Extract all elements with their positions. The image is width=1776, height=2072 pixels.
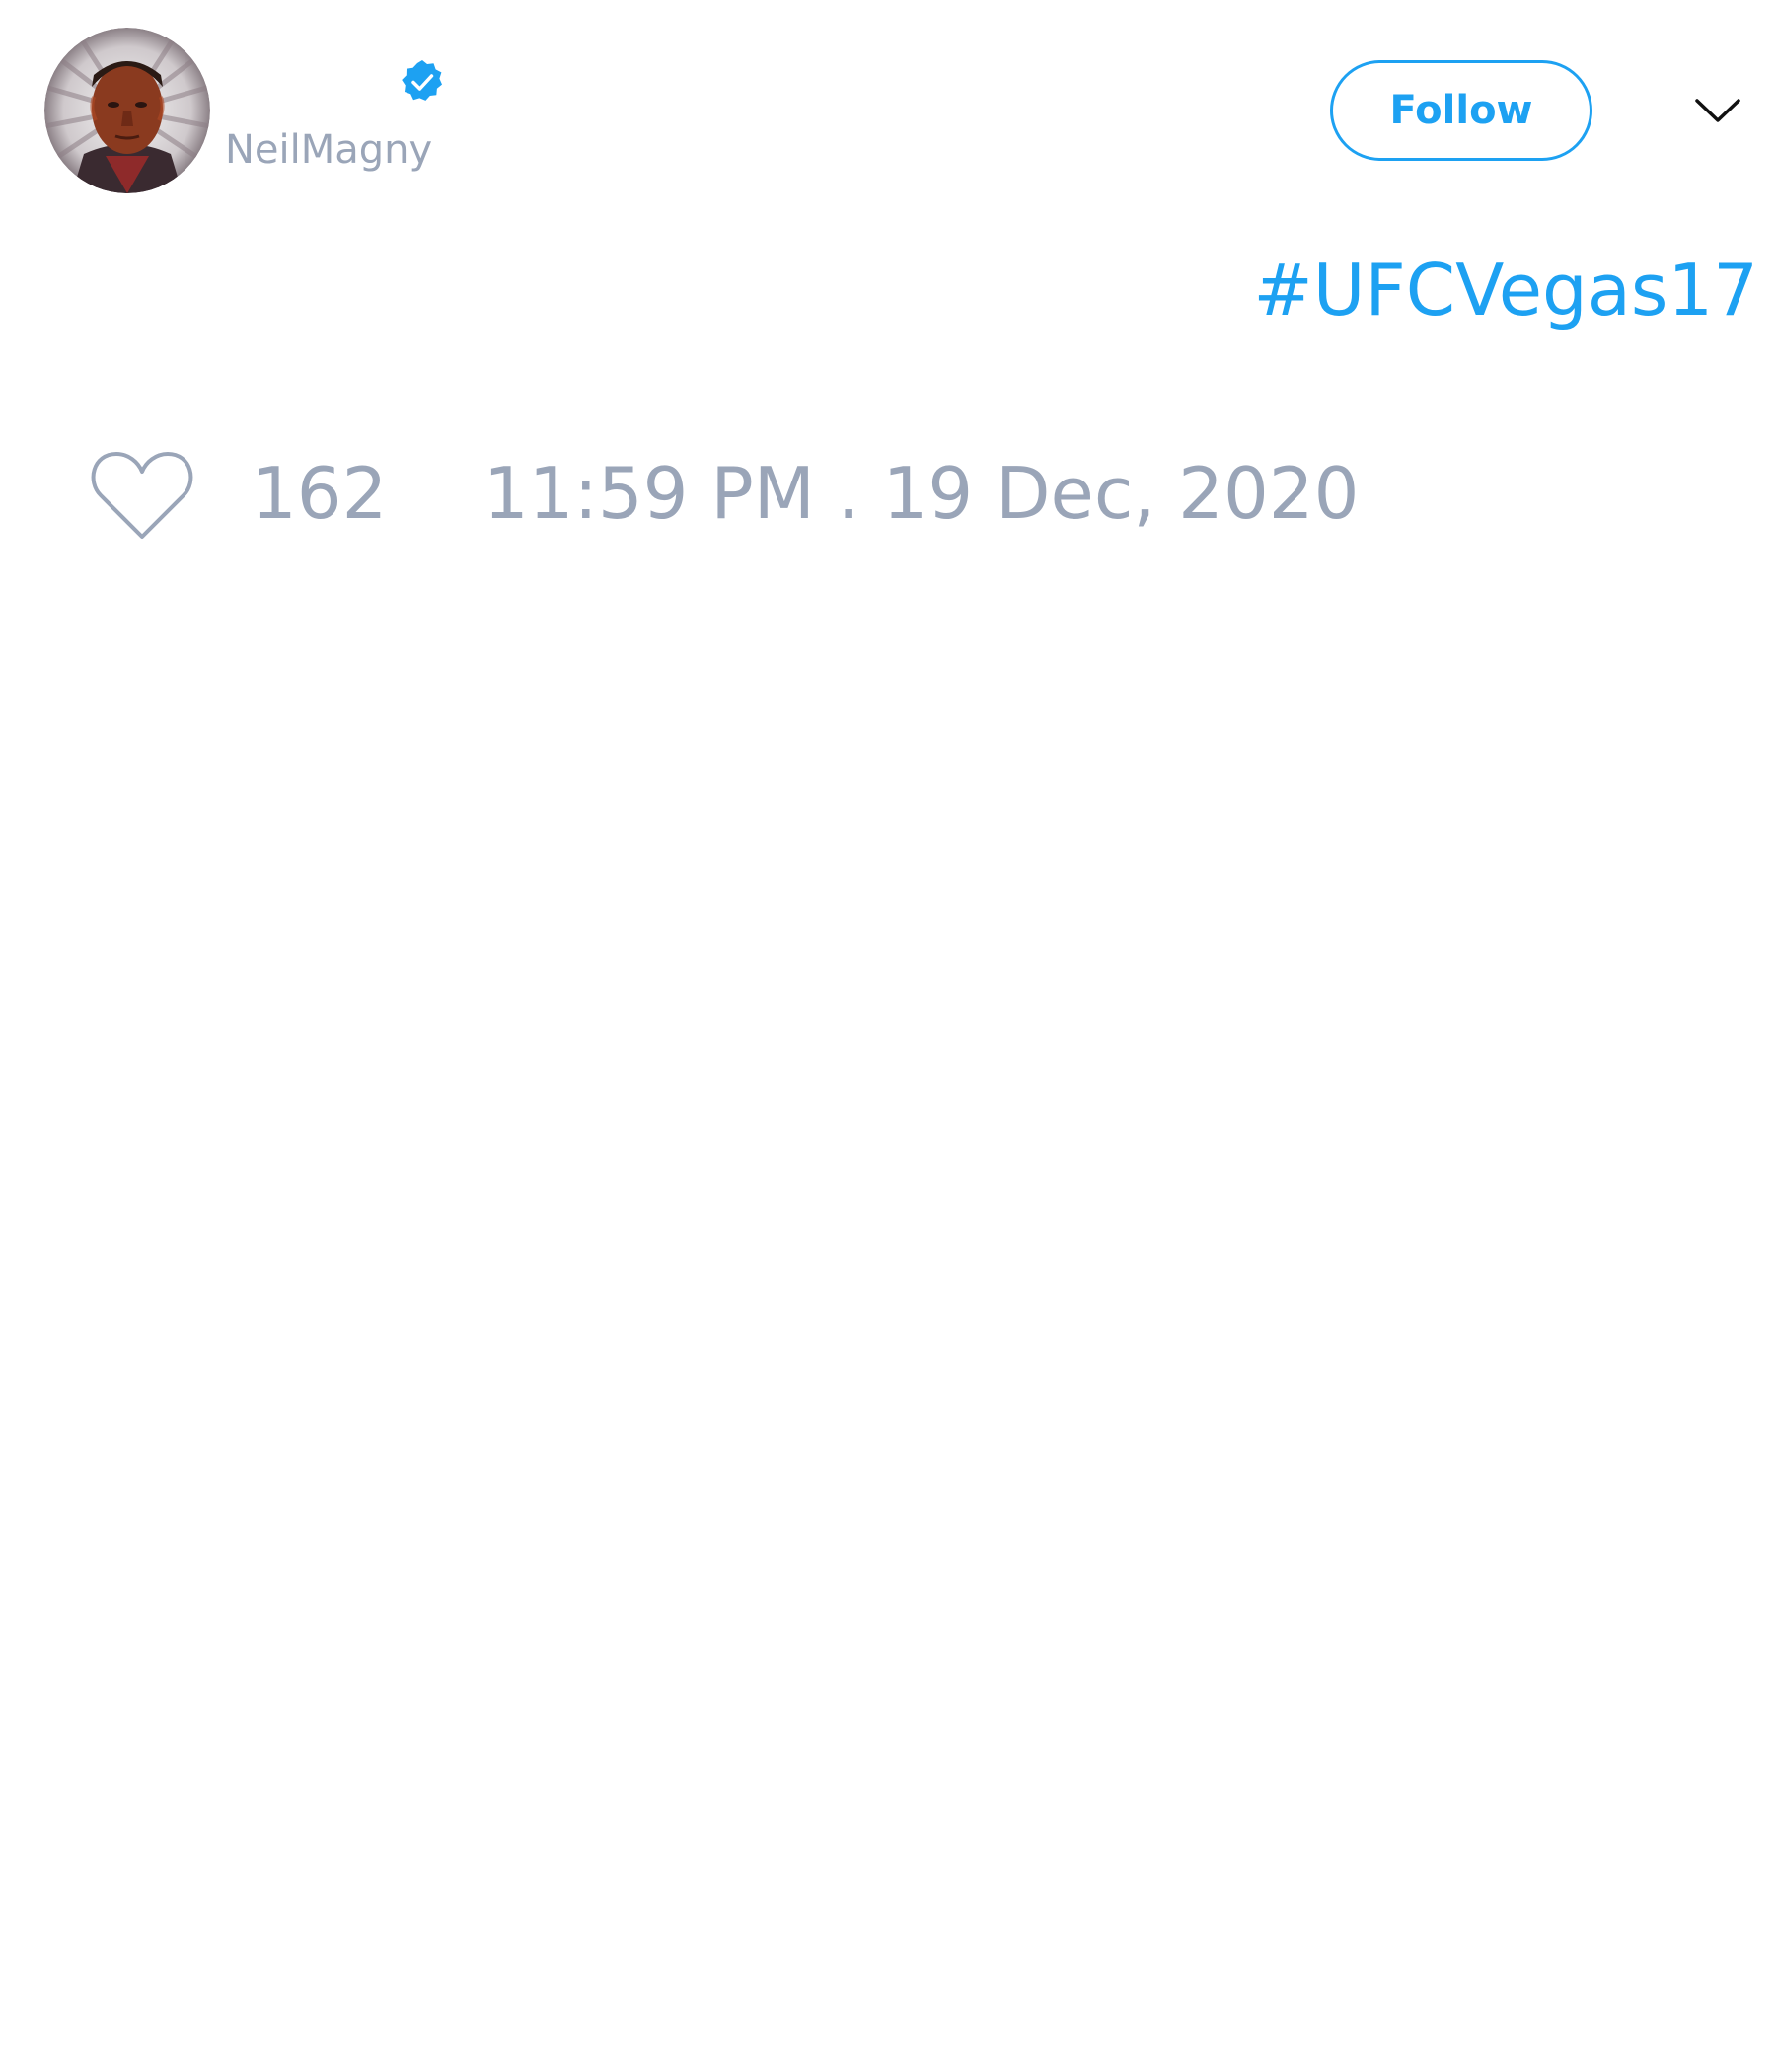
heart-outline-icon[interactable] [89, 446, 195, 543]
avatar-image [44, 28, 210, 193]
author-handle[interactable]: NeilMagny [225, 126, 432, 174]
tweet-card: NeilMagny Follow #UFCVegas17 162 11:59 P… [0, 0, 1776, 2072]
avatar[interactable] [44, 28, 210, 193]
verified-badge-icon [399, 58, 446, 106]
follow-button[interactable]: Follow [1330, 60, 1592, 161]
hashtag-link[interactable]: #UFCVegas17 [1253, 249, 1758, 332]
tweet-timestamp[interactable]: 11:59 PM . 19 Dec, 2020 [483, 452, 1359, 535]
chevron-down-icon[interactable] [1693, 91, 1742, 128]
like-count: 162 [252, 452, 388, 535]
